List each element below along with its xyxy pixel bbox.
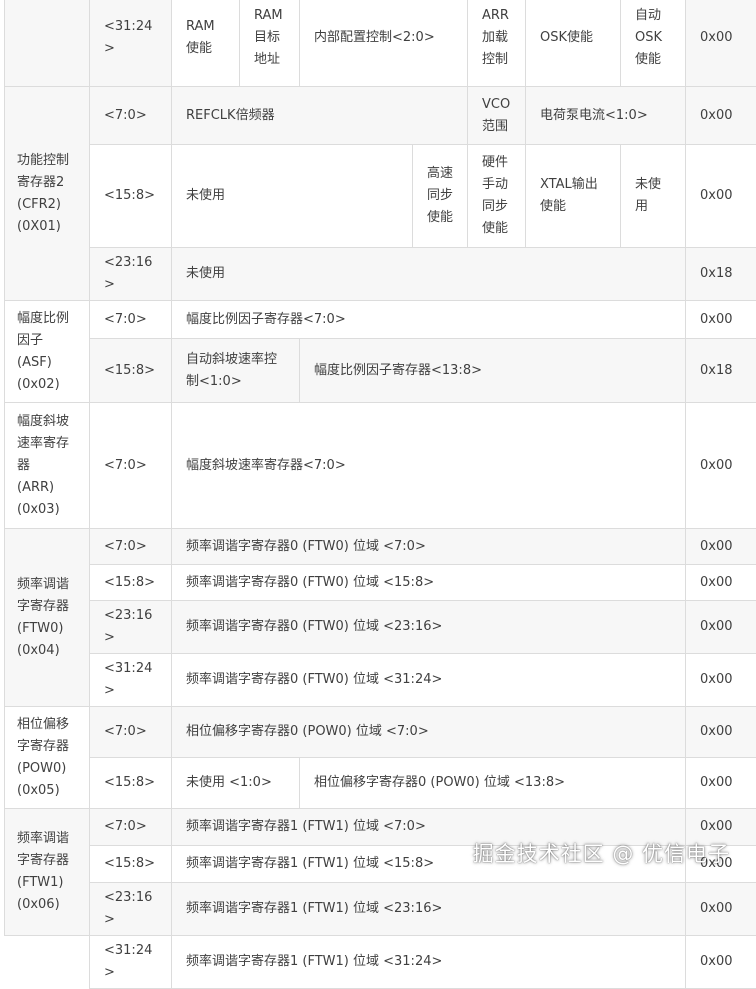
bit-field-cell: XTAL输出 使能 [526, 145, 621, 248]
table-row: <23:16> 未使用 0x18 [5, 248, 756, 301]
default-value-cell: 0x00 [686, 145, 756, 248]
default-value-cell: 0x00 [686, 809, 756, 846]
bit-range-cell: <7:0> [90, 707, 172, 758]
bit-range-cell: <7:0> [90, 809, 172, 846]
bit-field-cell: 电荷泵电流<1:0> [526, 87, 686, 145]
register-map-table: <31:24> RAM 使能 RAM 目标 地址 内部配置控制<2:0> ARR… [4, 0, 756, 989]
bit-range-cell: <31:24> [90, 0, 172, 87]
table-row: <15:8> 自动斜坡速率控 制<1:0> 幅度比例因子寄存器<13:8> 0x… [5, 339, 756, 403]
table-row: <15:8> 未使用 高速 同步 使能 硬件 手动 同步 使能 XTAL输出 使… [5, 145, 756, 248]
register-name-cell: 幅度斜坡 速率寄存 器 (ARR) (0x03) [5, 403, 90, 529]
table-row: 相位偏移 字寄存器 (POW0) (0x05) <7:0> 相位偏移字寄存器0 … [5, 707, 756, 758]
bit-field-cell: 幅度斜坡速率寄存器<7:0> [172, 403, 686, 529]
table-row: 幅度比例 因子 (ASF) (0x02) <7:0> 幅度比例因子寄存器<7:0… [5, 301, 756, 339]
bit-field-cell: VCO 范围 [468, 87, 526, 145]
bit-field-cell: 相位偏移字寄存器0 (POW0) 位域 <7:0> [172, 707, 686, 758]
bit-field-cell: 幅度比例因子寄存器<13:8> [300, 339, 686, 403]
register-name-cell [5, 0, 90, 87]
bit-field-cell: 频率调谐字寄存器0 (FTW0) 位域 <23:16> [172, 601, 686, 654]
bit-field-cell: 未使用 [172, 145, 413, 248]
table-row: <15:8> 频率调谐字寄存器0 (FTW0) 位域 <15:8> 0x00 [5, 565, 756, 601]
table-row: <31:24> 频率调谐字寄存器0 (FTW0) 位域 <31:24> 0x00 [5, 654, 756, 707]
bit-field-cell: 频率调谐字寄存器0 (FTW0) 位域 <31:24> [172, 654, 686, 707]
bit-field-cell: 未使用 <1:0> [172, 758, 300, 809]
bit-range-cell: <15:8> [90, 846, 172, 883]
table-row: 频率调谐 字寄存器 (FTW0) (0x04) <7:0> 频率调谐字寄存器0 … [5, 529, 756, 565]
bit-range-cell: <31:24> [90, 654, 172, 707]
bit-field-cell: 频率调谐字寄存器1 (FTW1) 位域 <7:0> [172, 809, 686, 846]
bit-range-cell: <15:8> [90, 565, 172, 601]
bit-field-cell: 幅度比例因子寄存器<7:0> [172, 301, 686, 339]
table-row: 功能控制 寄存器2 (CFR2) (0X01) <7:0> REFCLK倍频器 … [5, 87, 756, 145]
table-row: <15:8> 未使用 <1:0> 相位偏移字寄存器0 (POW0) 位域 <13… [5, 758, 756, 809]
bit-field-cell: 相位偏移字寄存器0 (POW0) 位域 <13:8> [300, 758, 686, 809]
default-value-cell: 0x00 [686, 565, 756, 601]
bit-field-cell: 频率调谐字寄存器0 (FTW0) 位域 <7:0> [172, 529, 686, 565]
bit-field-cell: 未使用 [172, 248, 686, 301]
default-value-cell: 0x00 [686, 87, 756, 145]
bit-range-cell: <23:16> [90, 248, 172, 301]
bit-field-cell: RAM 使能 [172, 0, 240, 87]
bit-field-cell: OSK使能 [526, 0, 621, 87]
bit-field-cell: 自动 OSK 使能 [621, 0, 686, 87]
table-row: 频率调谐 字寄存器 (FTW1) (0x06) <7:0> 频率调谐字寄存器1 … [5, 809, 756, 846]
default-value-cell: 0x00 [686, 0, 756, 87]
default-value-cell: 0x00 [686, 601, 756, 654]
bit-field-cell: 频率调谐字寄存器1 (FTW1) 位域 <31:24> [172, 936, 686, 989]
register-name-cell: 功能控制 寄存器2 (CFR2) (0X01) [5, 87, 90, 301]
bit-range-cell: <15:8> [90, 758, 172, 809]
bit-field-cell: 频率调谐字寄存器1 (FTW1) 位域 <23:16> [172, 883, 686, 936]
empty-cell [5, 936, 90, 989]
table-row: <23:16> 频率调谐字寄存器1 (FTW1) 位域 <23:16> 0x00 [5, 883, 756, 936]
register-name-cell: 幅度比例 因子 (ASF) (0x02) [5, 301, 90, 403]
bit-range-cell: <23:16> [90, 601, 172, 654]
default-value-cell: 0x18 [686, 248, 756, 301]
table-row: <15:8> 频率调谐字寄存器1 (FTW1) 位域 <15:8> 0x00 [5, 846, 756, 883]
bit-field-cell: 未使 用 [621, 145, 686, 248]
bit-range-cell: <7:0> [90, 301, 172, 339]
bit-range-cell: <7:0> [90, 403, 172, 529]
bit-field-cell: 高速 同步 使能 [413, 145, 468, 248]
bit-range-cell: <15:8> [90, 145, 172, 248]
bit-range-cell: <7:0> [90, 529, 172, 565]
default-value-cell: 0x00 [686, 846, 756, 883]
default-value-cell: 0x00 [686, 883, 756, 936]
bit-range-cell: <31:24> [90, 936, 172, 989]
table-row: <23:16> 频率调谐字寄存器0 (FTW0) 位域 <23:16> 0x00 [5, 601, 756, 654]
table-row: <31:24> RAM 使能 RAM 目标 地址 内部配置控制<2:0> ARR… [5, 0, 756, 87]
default-value-cell: 0x18 [686, 339, 756, 403]
table-row: <31:24> 频率调谐字寄存器1 (FTW1) 位域 <31:24> 0x00 [5, 936, 756, 989]
register-name-cell: 相位偏移 字寄存器 (POW0) (0x05) [5, 707, 90, 809]
default-value-cell: 0x00 [686, 936, 756, 989]
bit-field-cell: REFCLK倍频器 [172, 87, 468, 145]
bit-field-cell: 内部配置控制<2:0> [300, 0, 468, 87]
default-value-cell: 0x00 [686, 758, 756, 809]
default-value-cell: 0x00 [686, 654, 756, 707]
table-row: 幅度斜坡 速率寄存 器 (ARR) (0x03) <7:0> 幅度斜坡速率寄存器… [5, 403, 756, 529]
default-value-cell: 0x00 [686, 403, 756, 529]
bit-field-cell: 频率调谐字寄存器1 (FTW1) 位域 <15:8> [172, 846, 686, 883]
bit-range-cell: <7:0> [90, 87, 172, 145]
bit-field-cell: 频率调谐字寄存器0 (FTW0) 位域 <15:8> [172, 565, 686, 601]
register-name-cell: 频率调谐 字寄存器 (FTW0) (0x04) [5, 529, 90, 707]
default-value-cell: 0x00 [686, 529, 756, 565]
bit-field-cell: 自动斜坡速率控 制<1:0> [172, 339, 300, 403]
bit-field-cell: 硬件 手动 同步 使能 [468, 145, 526, 248]
register-name-cell: 频率调谐 字寄存器 (FTW1) (0x06) [5, 809, 90, 936]
bit-field-cell: ARR 加载 控制 [468, 0, 526, 87]
default-value-cell: 0x00 [686, 707, 756, 758]
default-value-cell: 0x00 [686, 301, 756, 339]
bit-range-cell: <23:16> [90, 883, 172, 936]
bit-range-cell: <15:8> [90, 339, 172, 403]
bit-field-cell: RAM 目标 地址 [240, 0, 300, 87]
